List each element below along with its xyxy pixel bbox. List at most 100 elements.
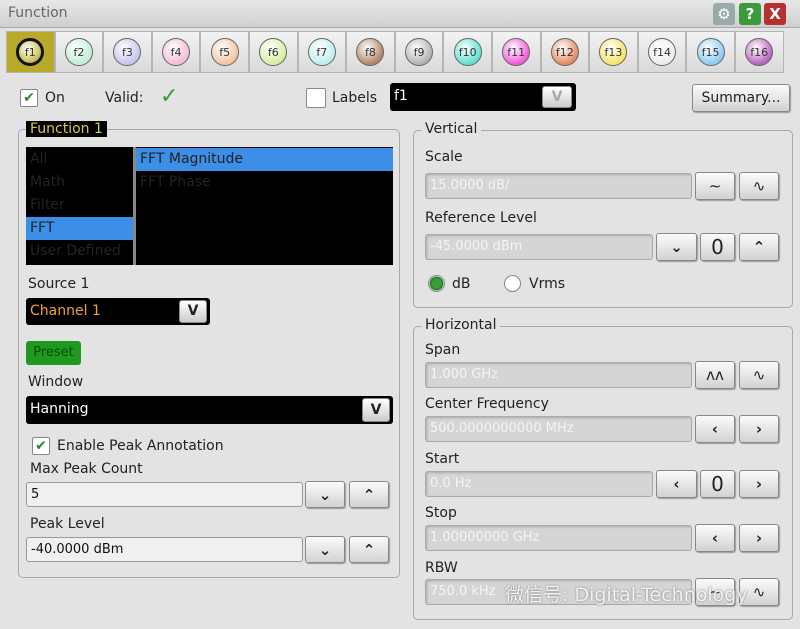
- tab-label: f6: [259, 38, 288, 66]
- watermark: 微信号: Digital-Technology: [505, 584, 748, 606]
- tab-label: f7: [307, 38, 336, 66]
- chevron-down-icon[interactable]: V: [179, 300, 207, 323]
- max-peak-decrement[interactable]: ⌄: [305, 481, 345, 508]
- span-input[interactable]: 1.000 GHz: [425, 362, 692, 388]
- tab-f1[interactable]: f1: [6, 31, 55, 73]
- stop-input[interactable]: 1.00000000 GHz: [425, 525, 692, 551]
- tab-f6[interactable]: f6: [248, 31, 298, 73]
- unit-db-radio[interactable]: [428, 275, 445, 292]
- window-dropdown[interactable]: Hanning: [26, 396, 393, 424]
- settings-icon[interactable]: ⚙: [713, 3, 735, 25]
- tab-f13[interactable]: f13: [589, 31, 638, 73]
- center-right-button[interactable]: ›: [739, 415, 779, 443]
- scale-input[interactable]: 15.0000 dB/: [425, 173, 692, 199]
- tab-f2[interactable]: f2: [54, 31, 104, 73]
- preset-button[interactable]: Preset: [26, 341, 81, 365]
- tab-f10[interactable]: f10: [443, 31, 492, 73]
- tab-label: f13: [599, 38, 628, 66]
- ref-level-input[interactable]: -45.0000 dBm: [425, 234, 653, 260]
- chevron-down-icon[interactable]: V: [362, 398, 390, 422]
- span-coarse-icon[interactable]: ∿: [739, 361, 779, 389]
- operator-item[interactable]: FFT Magnitude: [136, 148, 393, 171]
- tab-f7[interactable]: f7: [297, 31, 347, 73]
- chevron-down-icon[interactable]: V: [542, 86, 572, 108]
- label-value: f1: [394, 88, 408, 104]
- labels-label: Labels: [332, 90, 378, 106]
- window-value: Hanning: [30, 401, 89, 417]
- start-left-button[interactable]: ‹: [656, 470, 697, 498]
- on-checkbox[interactable]: ✔: [20, 89, 38, 107]
- peak-level-decrement[interactable]: ⌄: [305, 536, 345, 563]
- center-frequency-input[interactable]: 500.0000000000 MHz: [425, 416, 692, 442]
- tab-label: f16: [745, 38, 774, 66]
- stop-left-button[interactable]: ‹: [695, 524, 735, 552]
- category-item[interactable]: FFT: [26, 217, 133, 240]
- labels-checkbox[interactable]: [306, 88, 326, 108]
- window-label: Window: [28, 374, 84, 390]
- center-left-button[interactable]: ‹: [695, 415, 735, 443]
- tab-label: f4: [162, 38, 191, 66]
- horizontal-legend: Horizontal: [421, 317, 501, 333]
- tab-label: f1: [16, 38, 45, 66]
- source-value: Channel 1: [30, 303, 101, 319]
- span-fine-icon[interactable]: ʌʌ: [695, 361, 735, 389]
- help-button[interactable]: ?: [739, 3, 761, 25]
- unit-vrms-label: Vrms: [529, 276, 566, 292]
- tab-f8[interactable]: f8: [346, 31, 395, 73]
- window-title: Function: [8, 5, 68, 21]
- peak-annotation-label: Enable Peak Annotation: [57, 438, 224, 454]
- ref-level-increment[interactable]: ⌃: [739, 233, 779, 261]
- scale-fine-icon[interactable]: ∼: [695, 172, 735, 200]
- start-zero-button[interactable]: 0: [700, 470, 735, 498]
- peak-level-label: Peak Level: [30, 516, 105, 532]
- tab-f9[interactable]: f9: [394, 31, 444, 73]
- category-list: All Math Filter FFT User Defined: [26, 148, 133, 263]
- rbw-label: RBW: [425, 560, 458, 576]
- start-input[interactable]: 0.0 Hz: [425, 471, 653, 497]
- function-legend: Function 1: [26, 121, 107, 137]
- on-label: On: [45, 90, 65, 106]
- category-item[interactable]: Filter: [26, 194, 133, 217]
- peak-level-input[interactable]: -40.0000 dBm: [26, 537, 303, 562]
- tab-f12[interactable]: f12: [540, 31, 590, 73]
- peak-level-increment[interactable]: ⌃: [349, 536, 389, 563]
- operator-list: FFT Magnitude FFT Phase: [136, 148, 393, 194]
- ref-level-zero[interactable]: 0: [700, 233, 735, 261]
- tab-label: f12: [550, 38, 579, 66]
- tab-label: f3: [113, 38, 142, 66]
- close-button[interactable]: X: [764, 3, 786, 25]
- tab-f4[interactable]: f4: [151, 31, 201, 73]
- tab-f5[interactable]: f5: [200, 31, 249, 73]
- stop-right-button[interactable]: ›: [739, 524, 779, 552]
- max-peak-input[interactable]: 5: [26, 482, 303, 507]
- tab-label: f10: [453, 38, 482, 66]
- scale-coarse-icon[interactable]: ∿: [739, 172, 779, 200]
- valid-check-icon: ✓: [160, 84, 179, 109]
- center-frequency-label: Center Frequency: [425, 396, 549, 412]
- unit-vrms-radio[interactable]: [504, 275, 521, 292]
- tab-f14[interactable]: f14: [637, 31, 687, 73]
- start-right-button[interactable]: ›: [739, 470, 779, 498]
- vertical-legend: Vertical: [421, 121, 482, 137]
- peak-annotation-checkbox[interactable]: ✔: [32, 437, 50, 455]
- ref-level-decrement[interactable]: ⌄: [656, 233, 697, 261]
- summary-button[interactable]: Summary...: [692, 84, 790, 112]
- tab-f15[interactable]: f15: [686, 31, 735, 73]
- tab-label: f9: [405, 38, 434, 66]
- max-peak-increment[interactable]: ⌃: [349, 481, 389, 508]
- tab-label: f8: [356, 38, 385, 66]
- tab-f11[interactable]: f11: [491, 31, 541, 73]
- category-item[interactable]: All: [26, 148, 133, 171]
- function-tabs: f1 f2 f3 f4 f5 f6 f7 f8 f9 f10 f11 f12 f13 f14 f15 f16: [6, 31, 800, 73]
- stop-label: Stop: [425, 505, 457, 521]
- scale-label: Scale: [425, 149, 463, 165]
- span-label: Span: [425, 342, 461, 358]
- category-item[interactable]: Math: [26, 171, 133, 194]
- unit-db-label: dB: [452, 276, 471, 292]
- category-item[interactable]: User Defined: [26, 240, 133, 263]
- source-label: Source 1: [28, 276, 90, 292]
- tab-label: f11: [502, 38, 531, 66]
- tab-f3[interactable]: f3: [103, 31, 152, 73]
- tab-f16[interactable]: f16: [734, 31, 784, 73]
- operator-item[interactable]: FFT Phase: [136, 171, 393, 194]
